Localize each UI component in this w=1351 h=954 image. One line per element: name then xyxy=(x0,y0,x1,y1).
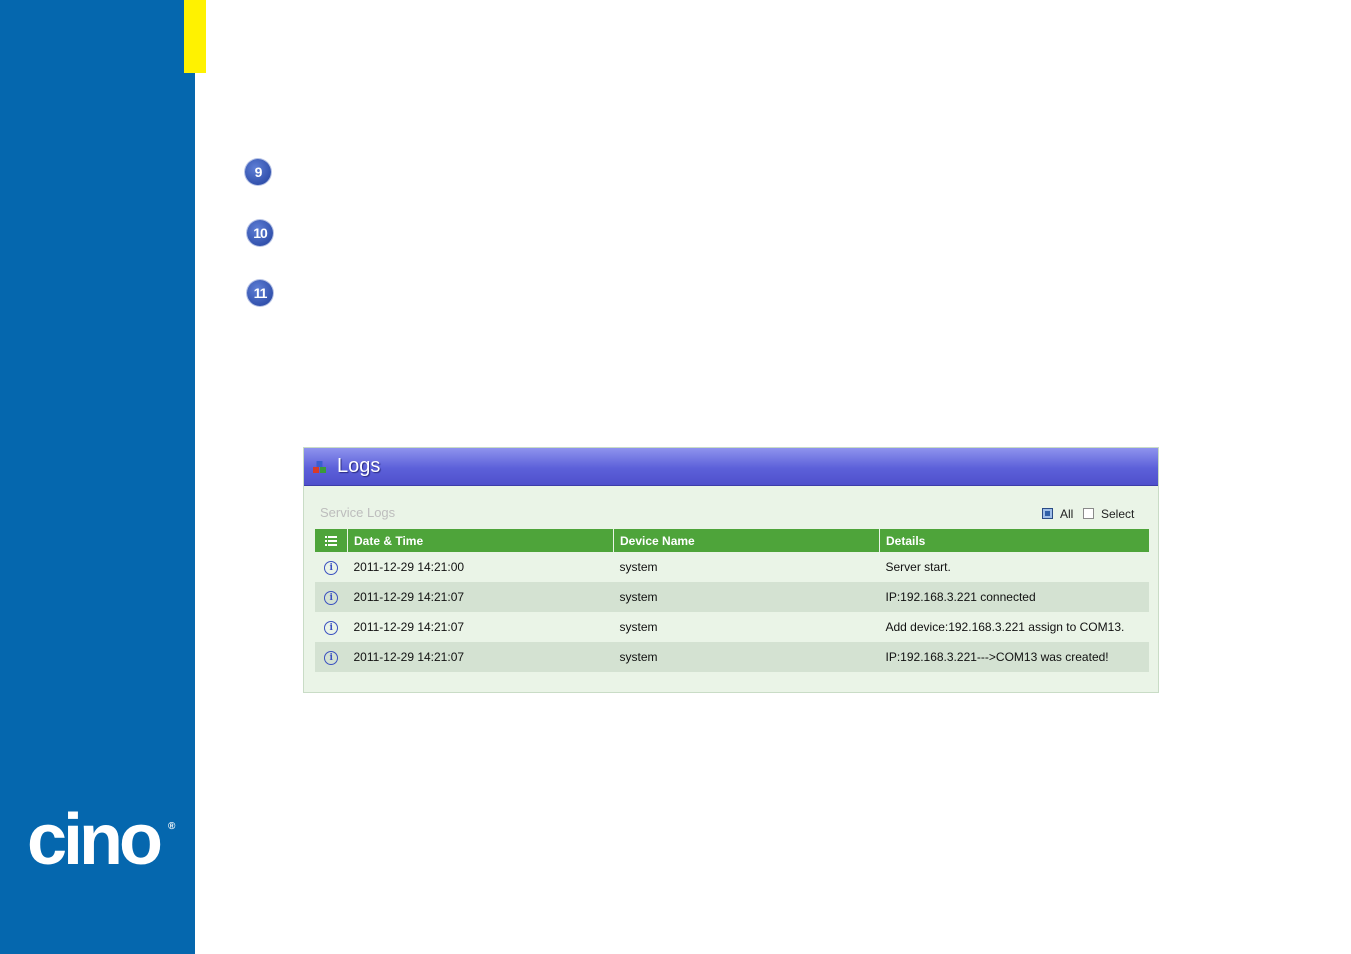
all-checkbox[interactable] xyxy=(1042,508,1053,519)
cell-details: Server start. xyxy=(879,552,1149,582)
accent-bar xyxy=(184,0,206,73)
row-icon-cell: i xyxy=(315,642,348,672)
cell-device: system xyxy=(613,552,880,582)
table-header-row: Date & Time Device Name Details xyxy=(315,529,1149,552)
select-label: Select xyxy=(1101,507,1135,521)
panel-header: Logs xyxy=(304,448,1158,486)
section-label: Service Logs xyxy=(320,505,396,520)
logs-panel: Logs Service Logs All Select Date & Time… xyxy=(303,447,1159,693)
column-header-device[interactable]: Device Name xyxy=(613,529,880,552)
table-row[interactable]: i 2011-12-29 14:21:00 system Server star… xyxy=(315,552,1149,582)
cell-datetime: 2011-12-29 14:21:07 xyxy=(347,642,614,672)
panel-title: Logs xyxy=(337,455,381,477)
info-icon: i xyxy=(324,591,339,605)
info-icon: i xyxy=(324,651,339,665)
row-icon-cell: i xyxy=(315,552,348,582)
cell-datetime: 2011-12-29 14:21:07 xyxy=(347,582,614,612)
cell-device: system xyxy=(613,642,880,672)
row-icon-cell: i xyxy=(315,612,348,642)
info-icon: i xyxy=(324,561,339,575)
table-row[interactable]: i 2011-12-29 14:21:07 system Add device:… xyxy=(315,612,1149,642)
table-row[interactable]: i 2011-12-29 14:21:07 system IP:192.168.… xyxy=(315,582,1149,612)
cell-device: system xyxy=(613,582,880,612)
cell-details: IP:192.168.3.221 connected xyxy=(879,582,1149,612)
column-header-details[interactable]: Details xyxy=(879,529,1149,552)
all-label: All xyxy=(1060,507,1074,521)
table-row[interactable]: i 2011-12-29 14:21:07 system IP:192.168.… xyxy=(315,642,1149,672)
column-header-datetime[interactable]: Date & Time xyxy=(347,529,614,552)
logo-text: cino xyxy=(27,800,163,880)
list-icon-header[interactable] xyxy=(315,529,348,552)
cell-device: system xyxy=(613,612,880,642)
cell-datetime: 2011-12-29 14:21:07 xyxy=(347,612,614,642)
cell-details: Add device:192.168.3.221 assign to COM13… xyxy=(879,612,1149,642)
list-icon xyxy=(325,536,337,547)
logs-icon xyxy=(313,461,326,473)
row-icon-cell: i xyxy=(315,582,348,612)
step-badge-9: 9 xyxy=(245,159,271,185)
info-icon: i xyxy=(324,621,339,635)
cell-details: IP:192.168.3.221--->COM13 was created! xyxy=(879,642,1149,672)
cino-logo: cino ® xyxy=(27,800,187,880)
step-badge-10: 10 xyxy=(247,220,273,246)
registered-mark: ® xyxy=(168,821,176,832)
logs-table: Date & Time Device Name Details i 2011-1… xyxy=(315,529,1149,672)
cell-datetime: 2011-12-29 14:21:00 xyxy=(347,552,614,582)
step-badge-11: 11 xyxy=(247,280,273,306)
select-checkbox[interactable] xyxy=(1083,508,1094,519)
